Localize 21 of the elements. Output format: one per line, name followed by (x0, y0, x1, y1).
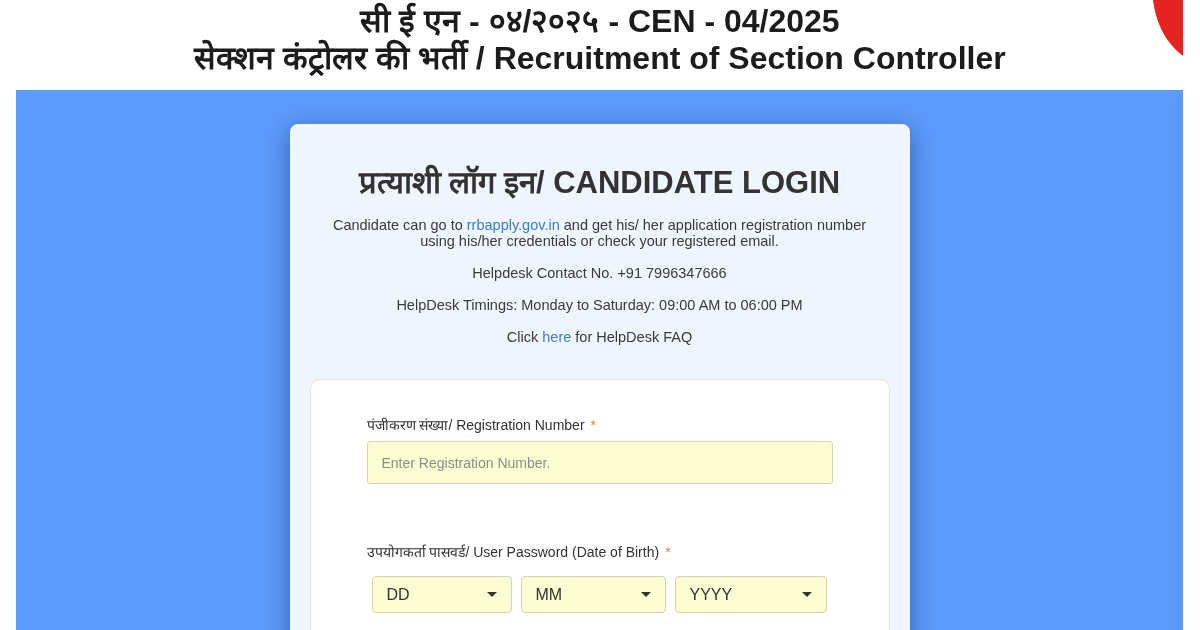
link[interactable]: here (542, 329, 572, 345)
caret-icon (486, 592, 497, 597)
required-mark: * (665, 544, 671, 560)
info-text: Helpdesk Contact No. +91 7996347666 (471, 265, 728, 281)
info-text: Click here for HelpDesk FAQ (505, 329, 694, 345)
link[interactable]: rrbapply.gov.in (466, 217, 560, 233)
login-title: प्रत्याशी लॉग इन/ CANDIDATE LOGIN (357, 163, 842, 202)
date-select[interactable]: YYYY (674, 576, 827, 613)
text-input[interactable]: Enter Registration Number. (366, 441, 833, 484)
required-mark: * (590, 417, 596, 433)
info-text: Candidate can go to rrbapply.gov.in and get his/ her application registration number using his/her credentials or check your registered email. (331, 217, 868, 249)
info-text: HelpDesk Timings: Monday to Saturday: 09:00 AM to 06:00 PM (395, 297, 804, 313)
caret-icon (640, 592, 651, 597)
caret-icon (801, 592, 812, 597)
page-title: सेक्शन कंट्रोलर की भर्ती / Recruitment of Section Controller (194, 39, 1006, 77)
recruitment-code: सी ई एन - ०४/२०२५ - CEN - 04/2025 (358, 3, 841, 39)
date-select[interactable]: DD (371, 576, 512, 613)
date-select[interactable]: MM (520, 576, 666, 613)
logo-icon (1153, 0, 1183, 56)
field-label: पंजीकरण संख्या/ Registration Number (366, 417, 585, 433)
field-label: उपयोगकर्ता पासवर्ड/ User Password (Date of Birth) (366, 544, 660, 560)
